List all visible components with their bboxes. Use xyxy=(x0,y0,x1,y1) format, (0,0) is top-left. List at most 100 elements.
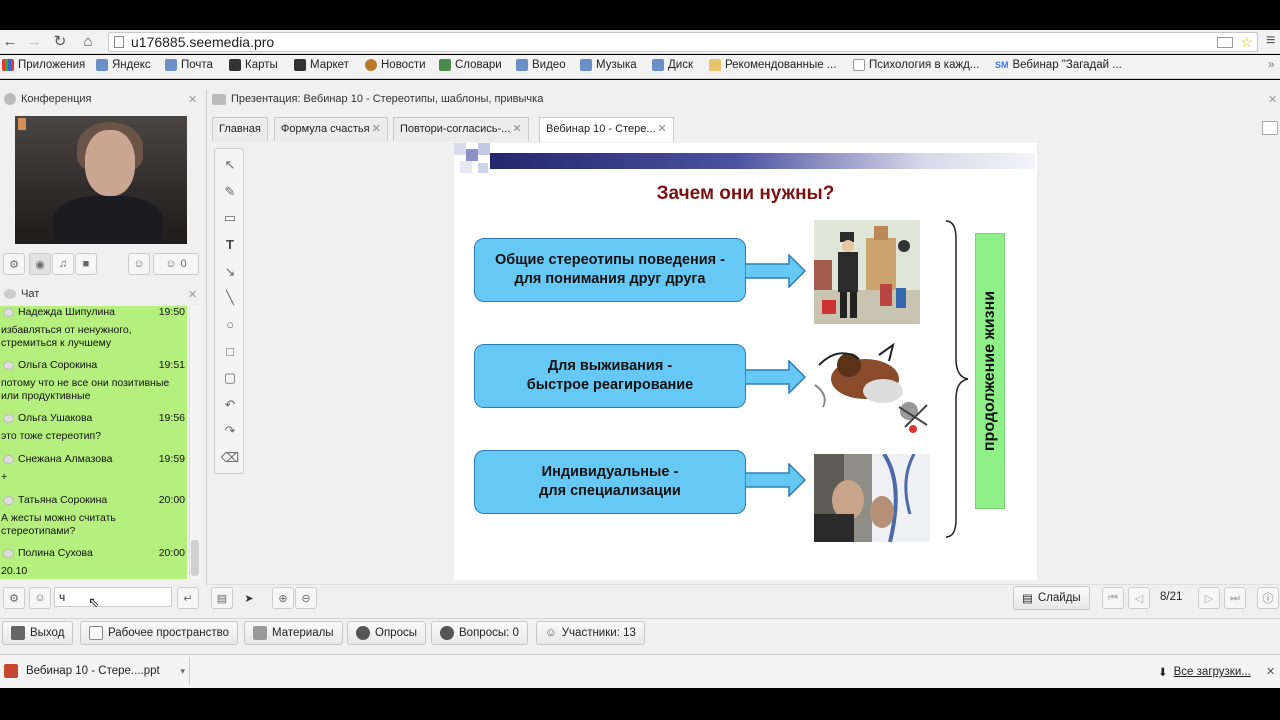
bookmark-disk[interactable]: Диск xyxy=(652,59,693,71)
chat-text: избавляться от ненужного, стремиться к л… xyxy=(1,324,132,349)
reload-icon[interactable]: ↻ xyxy=(50,32,70,52)
send-icon[interactable]: ↵ xyxy=(177,587,199,609)
redo-icon[interactable]: ↷ xyxy=(220,421,240,441)
camera-icon[interactable]: ◉ xyxy=(29,253,51,275)
thumbnails-icon[interactable]: ▤ xyxy=(211,587,233,609)
rounded-rect-tool-icon[interactable]: ▢ xyxy=(220,368,240,388)
participants-button[interactable]: ☺ 0 xyxy=(153,253,199,275)
all-downloads-link[interactable]: ⬇ Все загрузки... xyxy=(1158,665,1251,679)
microphone-icon[interactable]: ♫ xyxy=(52,253,74,275)
download-item[interactable]: Вебинар 10 - Стере....ppt ▾ xyxy=(0,657,190,685)
arrow-tool-icon[interactable]: ↘ xyxy=(220,262,240,282)
user-icon: ☺ xyxy=(165,258,177,270)
select-tool-icon[interactable]: ↖ xyxy=(220,155,240,175)
bookmarks-overflow-icon[interactable]: » xyxy=(1268,59,1274,71)
question-icon xyxy=(440,626,454,640)
mouse-cursor-icon: ⇖ xyxy=(88,594,100,610)
tab-close-icon[interactable]: ✕ xyxy=(512,123,521,135)
chat-author: Татьяна Сорокина xyxy=(18,494,108,506)
rectangle-tool-icon[interactable]: □ xyxy=(220,342,240,362)
bookmark-maps[interactable]: Карты xyxy=(229,59,278,71)
tab-repeat[interactable]: Повтори-согласись-... ✕ xyxy=(393,117,529,141)
text-tool-icon[interactable]: T xyxy=(220,235,240,255)
book-icon xyxy=(439,59,451,71)
bookmarks-bar: Приложения Яндекс Почта Карты Маркет Нов… xyxy=(0,55,1280,79)
bookmark-mail[interactable]: Почта xyxy=(165,59,213,71)
questions-button[interactable]: Вопросы: 0 xyxy=(431,621,528,645)
chat-time: 19:56 xyxy=(158,412,185,424)
presentation-close-icon[interactable]: ✕ xyxy=(1268,93,1277,106)
next-slide-icon[interactable]: ▷ xyxy=(1198,587,1220,609)
stop-icon[interactable]: ■ xyxy=(75,253,97,275)
chat-message: Татьяна Сорокина 20:00 А жесты можно счит… xyxy=(0,494,187,537)
chat-title: Чат xyxy=(21,288,40,300)
chat-settings-icon[interactable]: ⚙ xyxy=(3,587,25,609)
pen-tool-icon[interactable]: ✎ xyxy=(220,182,240,202)
drawing-toolbar: ↖ ✎ ▭ T ↘ ╲ ○ □ ▢ ↶ ↷ ⌫ xyxy=(214,148,244,474)
presentation-header: Презентация: Вебинар 10 - Стереотипы, ша… xyxy=(212,93,543,105)
address-bar[interactable]: u176885.seemedia.pro ☆ xyxy=(108,32,1258,52)
bookmark-psychology[interactable]: Психология в кажд... xyxy=(853,59,979,71)
materials-button[interactable]: Материалы xyxy=(244,621,343,645)
slide-decor xyxy=(478,143,490,155)
bookmark-music[interactable]: Музыка xyxy=(580,59,637,71)
tab-formula[interactable]: Формула счастья ✕ xyxy=(274,117,388,141)
first-slide-icon[interactable]: ⏮ xyxy=(1102,587,1124,609)
chat-text: это тоже стереотип? xyxy=(1,430,102,442)
slide-box-2: Для выживания - быстрое реагирование xyxy=(474,344,746,408)
highlighter-tool-icon[interactable]: ▭ xyxy=(220,208,240,228)
forward-icon[interactable]: → xyxy=(24,32,44,52)
chat-scrollbar[interactable] xyxy=(189,306,201,579)
tab-close-icon[interactable]: ✕ xyxy=(372,123,381,135)
tab-webinar[interactable]: Вебинар 10 - Стере... ✕ xyxy=(539,117,674,142)
chat-message: Полина Сухова 20:00 20.10 xyxy=(0,547,187,578)
tab-home[interactable]: Главная xyxy=(212,117,268,141)
bookmark-market[interactable]: Маркет xyxy=(294,59,349,71)
bookmark-news[interactable]: Новости xyxy=(365,59,426,71)
back-icon[interactable]: ← xyxy=(0,32,20,52)
chat-close-icon[interactable]: ✕ xyxy=(188,288,197,301)
slides-button[interactable]: ▤ Слайды xyxy=(1013,586,1090,610)
chat-input[interactable]: ч xyxy=(54,587,172,607)
line-tool-icon[interactable]: ╲ xyxy=(220,288,240,308)
tab-close-icon[interactable]: ✕ xyxy=(658,123,667,135)
home-icon[interactable]: ⌂ xyxy=(78,32,98,52)
zoom-out-icon[interactable]: ⊖ xyxy=(295,587,317,609)
fullscreen-icon[interactable] xyxy=(1262,121,1278,135)
last-slide-icon[interactable]: ⏭ xyxy=(1224,587,1246,609)
download-bar-close-icon[interactable]: ✕ xyxy=(1266,665,1275,678)
polls-button[interactable]: Опросы xyxy=(347,621,426,645)
download-dropdown-icon[interactable]: ▾ xyxy=(180,666,185,677)
eraser-icon[interactable]: ⌫ xyxy=(220,448,240,468)
bookmark-recommended[interactable]: Рекомендованные ... xyxy=(709,59,836,71)
chat-scrollbar-thumb[interactable] xyxy=(191,540,199,576)
bookmark-apps[interactable]: Приложения xyxy=(2,59,85,71)
settings-icon[interactable]: ⚙ xyxy=(3,253,25,275)
smiley-icon[interactable]: ☺ xyxy=(29,587,51,609)
bookmark-yandex[interactable]: Яндекс xyxy=(96,59,151,71)
cast-icon[interactable] xyxy=(1217,37,1233,48)
undo-icon[interactable]: ↶ xyxy=(220,395,240,415)
bookmark-webinar[interactable]: SM Вебинар "Загадай ... xyxy=(995,59,1122,71)
group-icon[interactable]: ☺ xyxy=(128,253,150,275)
chat-message: Ольга Ушакова 19:56 это тоже стереотип? xyxy=(0,412,187,443)
conference-close-icon[interactable]: ✕ xyxy=(188,93,197,106)
chat-text: А жесты можно считать стереотипами? xyxy=(1,512,116,537)
exit-button[interactable]: Выход xyxy=(2,621,74,645)
circle-tool-icon[interactable]: ○ xyxy=(220,315,240,335)
bookmark-video[interactable]: Видео xyxy=(516,59,566,71)
star-icon[interactable]: ☆ xyxy=(1240,33,1253,51)
info-icon[interactable]: ⓘ xyxy=(1257,587,1279,609)
news-icon xyxy=(365,59,377,71)
participants-menu-button[interactable]: ☺ Участники: 13 xyxy=(536,621,645,645)
slide-title: Зачем они нужны? xyxy=(656,183,835,204)
chat-text: 20.10 xyxy=(1,565,28,577)
chat-author: Ольга Ушакова xyxy=(18,412,93,424)
prev-slide-icon[interactable]: ◁ xyxy=(1128,587,1150,609)
browser-menu-icon[interactable]: ≡ xyxy=(1266,32,1275,50)
workspace-button[interactable]: Рабочее пространство xyxy=(80,621,238,645)
zoom-in-icon[interactable]: ⊕ xyxy=(272,587,294,609)
pointer-icon[interactable]: ➤ xyxy=(238,587,260,609)
bookmark-dictionaries[interactable]: Словари xyxy=(439,59,502,71)
chat-time: 20:00 xyxy=(158,494,185,506)
